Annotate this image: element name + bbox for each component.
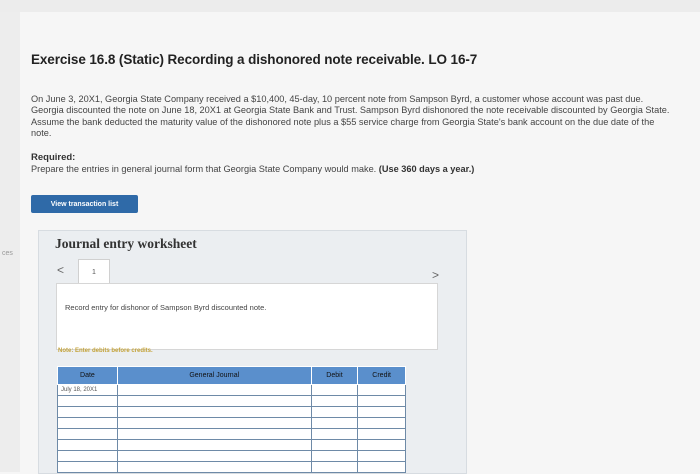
debits-credits-note: Note: Enter debits before credits.	[58, 348, 153, 354]
credit-cell[interactable]	[357, 384, 406, 396]
account-cell[interactable]	[116, 417, 312, 429]
account-cell[interactable]	[116, 384, 312, 396]
date-cell[interactable]	[57, 395, 118, 407]
credit-cell[interactable]	[357, 417, 406, 429]
col-header-debit: Debit	[310, 366, 359, 385]
debit-cell[interactable]	[310, 428, 359, 440]
debit-cell[interactable]	[310, 406, 359, 418]
required-instruction: Prepare the entries in general journal f…	[31, 164, 377, 174]
debit-cell[interactable]	[310, 439, 359, 451]
date-cell[interactable]	[57, 450, 118, 462]
debit-cell[interactable]	[310, 417, 359, 429]
col-header-date: Date	[57, 366, 118, 385]
journal-table: Date General Journal Debit Credit July 1…	[57, 366, 406, 473]
exercise-title: Exercise 16.8 (Static) Recording a disho…	[31, 52, 478, 67]
table-row	[57, 428, 406, 440]
credit-cell[interactable]	[357, 450, 406, 462]
table-row	[57, 395, 406, 407]
worksheet-title: Journal entry worksheet	[55, 236, 197, 251]
account-cell[interactable]	[116, 406, 312, 418]
account-cell[interactable]	[116, 461, 312, 473]
journal-header-row: Date General Journal Debit Credit	[57, 366, 406, 385]
account-cell[interactable]	[116, 428, 312, 440]
chevron-right-icon[interactable]: >	[432, 268, 439, 282]
required-emphasis: (Use 360 days a year.)	[378, 164, 475, 174]
credit-cell[interactable]	[357, 406, 406, 418]
credit-cell[interactable]	[357, 428, 406, 440]
table-row	[57, 406, 406, 418]
instruction-box	[56, 283, 438, 350]
problem-text: On June 3, 20X1, Georgia State Company r…	[31, 94, 670, 139]
credit-cell[interactable]	[357, 439, 406, 451]
table-row: July 18, 20X1	[57, 384, 406, 396]
account-cell[interactable]	[116, 450, 312, 462]
left-panel-gutter	[0, 12, 20, 472]
table-row	[57, 450, 406, 462]
credit-cell[interactable]	[357, 461, 406, 473]
debit-cell[interactable]	[310, 461, 359, 473]
date-cell[interactable]	[57, 461, 118, 473]
top-band	[0, 0, 700, 12]
col-header-general-journal: General Journal	[116, 366, 312, 385]
side-fragment-text: ces	[2, 250, 13, 257]
date-cell[interactable]: July 18, 20X1	[57, 384, 118, 396]
account-cell[interactable]	[116, 439, 312, 451]
chevron-left-icon[interactable]: <	[57, 263, 64, 277]
account-cell[interactable]	[116, 395, 312, 407]
debit-cell[interactable]	[310, 450, 359, 462]
entry-instruction: Record entry for dishonor of Sampson Byr…	[65, 303, 267, 312]
date-cell[interactable]	[57, 428, 118, 440]
date-cell[interactable]	[57, 417, 118, 429]
table-row	[57, 439, 406, 451]
view-transaction-list-button[interactable]: View transaction list	[31, 195, 138, 213]
col-header-credit: Credit	[357, 366, 406, 385]
worksheet-page-tab[interactable]: 1	[78, 259, 110, 285]
required-text: Prepare the entries in general journal f…	[31, 164, 474, 174]
table-row	[57, 461, 406, 473]
date-cell[interactable]	[57, 439, 118, 451]
table-row	[57, 417, 406, 429]
date-cell[interactable]	[57, 406, 118, 418]
credit-cell[interactable]	[357, 395, 406, 407]
debit-cell[interactable]	[310, 395, 359, 407]
debit-cell[interactable]	[310, 384, 359, 396]
required-heading: Required:	[31, 152, 76, 163]
